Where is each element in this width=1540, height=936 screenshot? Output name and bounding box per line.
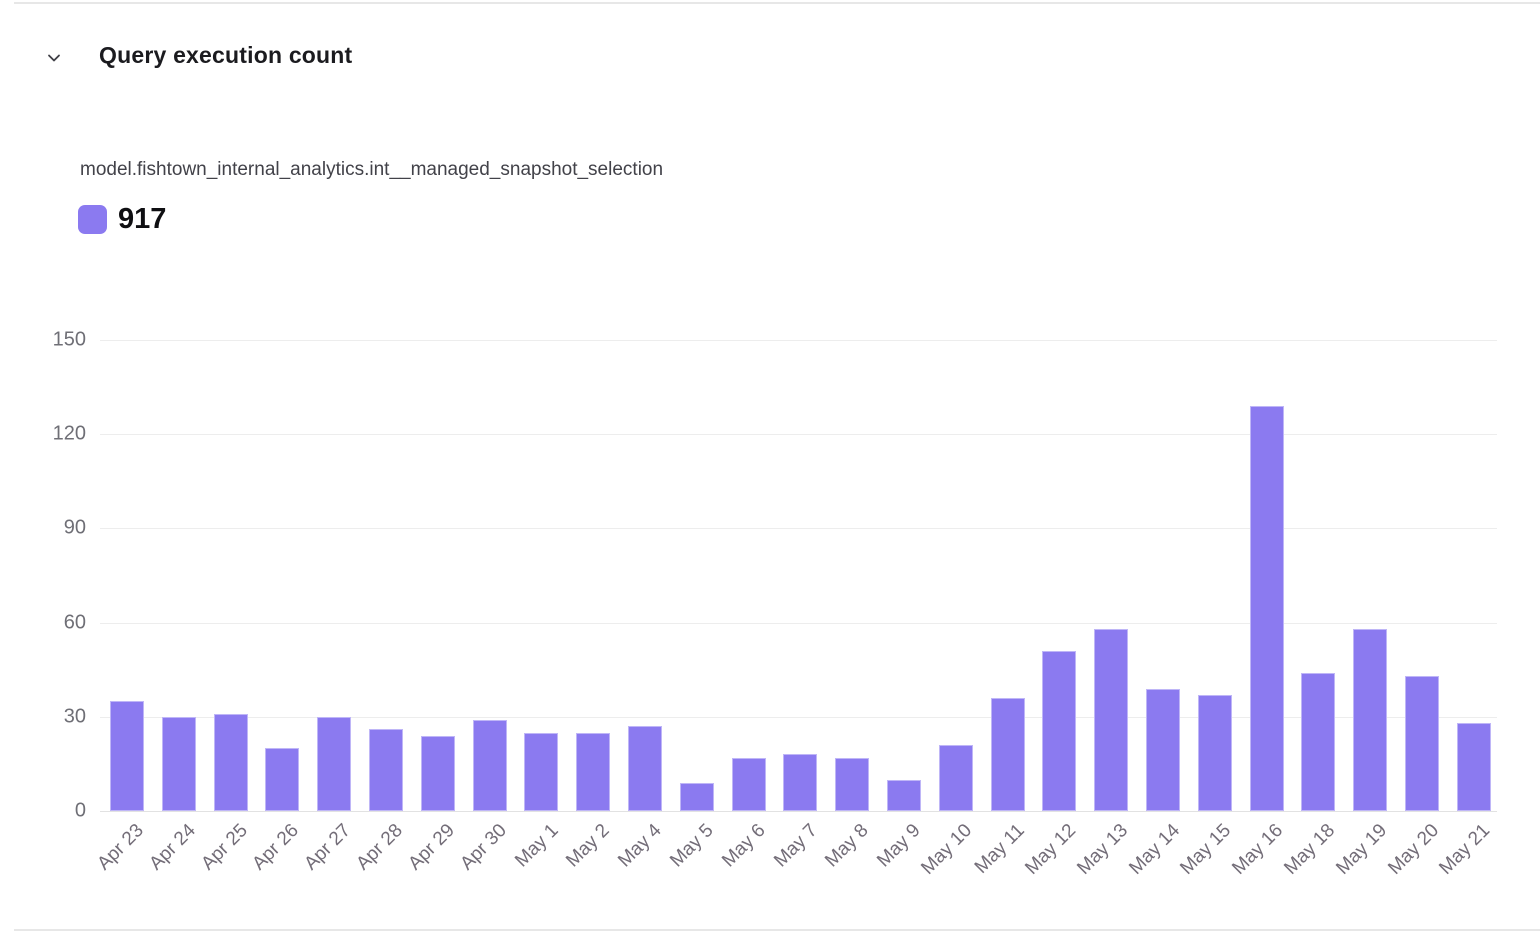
chart-bar[interactable] bbox=[732, 758, 766, 811]
x-axis-label: Apr 28 bbox=[352, 820, 407, 875]
y-axis-tick: 150 bbox=[26, 329, 86, 352]
chart-bar[interactable] bbox=[1042, 651, 1076, 811]
chart-bar[interactable] bbox=[162, 717, 196, 811]
x-axis-label: May 12 bbox=[1021, 820, 1081, 880]
chart-bar[interactable] bbox=[1146, 689, 1180, 811]
chart-bar[interactable] bbox=[991, 698, 1025, 811]
x-axis-label: May 15 bbox=[1177, 820, 1237, 880]
chart-bar[interactable] bbox=[214, 714, 248, 811]
chart-bar[interactable] bbox=[265, 748, 299, 811]
x-axis-label: May 4 bbox=[614, 820, 666, 872]
x-axis-label: May 13 bbox=[1073, 820, 1133, 880]
gridline bbox=[100, 717, 1497, 718]
chart-bar[interactable] bbox=[1353, 629, 1387, 811]
chart-bar[interactable] bbox=[835, 758, 869, 811]
x-axis-label: May 18 bbox=[1280, 820, 1340, 880]
chart-bar[interactable] bbox=[369, 729, 403, 811]
chart-bar[interactable] bbox=[421, 736, 455, 811]
gridline bbox=[100, 528, 1497, 529]
chart-bar[interactable] bbox=[473, 720, 507, 811]
chart-bar[interactable] bbox=[317, 717, 351, 811]
chart-bar[interactable] bbox=[939, 745, 973, 811]
chart-bar[interactable] bbox=[576, 733, 610, 812]
chart-bar[interactable] bbox=[1198, 695, 1232, 811]
chart-bar[interactable] bbox=[680, 783, 714, 811]
gridline bbox=[100, 811, 1497, 812]
x-axis-label: May 19 bbox=[1332, 820, 1392, 880]
chart-bar[interactable] bbox=[887, 780, 921, 811]
x-axis-label: May 21 bbox=[1436, 820, 1496, 880]
x-axis-label: May 10 bbox=[918, 820, 978, 880]
y-axis-tick: 120 bbox=[26, 423, 86, 446]
chart-bar[interactable] bbox=[1301, 673, 1335, 811]
x-axis-label: May 1 bbox=[511, 820, 563, 872]
x-axis-label: May 2 bbox=[563, 820, 615, 872]
x-axis-label: May 6 bbox=[718, 820, 770, 872]
x-axis-label: Apr 25 bbox=[197, 820, 252, 875]
x-axis-label: Apr 30 bbox=[456, 820, 511, 875]
y-axis-tick: 30 bbox=[26, 705, 86, 728]
x-axis-label: May 20 bbox=[1384, 820, 1444, 880]
y-axis-tick: 0 bbox=[26, 800, 86, 823]
x-axis-label: Apr 24 bbox=[145, 820, 200, 875]
chart-bar[interactable] bbox=[524, 733, 558, 812]
x-axis-label: Apr 27 bbox=[301, 820, 356, 875]
chart-card: Query execution count model.fishtown_int… bbox=[0, 0, 1540, 936]
x-axis-label: May 5 bbox=[666, 820, 718, 872]
y-axis-tick: 60 bbox=[26, 611, 86, 634]
x-axis-label: May 8 bbox=[822, 820, 874, 872]
gridline bbox=[100, 623, 1497, 624]
chart-bar[interactable] bbox=[1094, 629, 1128, 811]
x-axis-label: May 7 bbox=[770, 820, 822, 872]
x-axis-label: Apr 29 bbox=[404, 820, 459, 875]
gridline bbox=[100, 434, 1497, 435]
gridline bbox=[100, 340, 1497, 341]
chart-bar[interactable] bbox=[110, 701, 144, 811]
chart-bar[interactable] bbox=[1457, 723, 1491, 811]
x-axis-label: May 14 bbox=[1125, 820, 1185, 880]
y-axis-tick: 90 bbox=[26, 517, 86, 540]
x-axis-label: May 16 bbox=[1228, 820, 1288, 880]
bar-chart: 0306090120150Apr 23Apr 24Apr 25Apr 26Apr… bbox=[0, 0, 1540, 936]
x-axis-label: Apr 26 bbox=[249, 820, 304, 875]
chart-bar[interactable] bbox=[1405, 676, 1439, 811]
chart-bar[interactable] bbox=[1250, 406, 1284, 811]
bottom-divider bbox=[14, 929, 1540, 931]
chart-bar[interactable] bbox=[628, 726, 662, 811]
chart-bar[interactable] bbox=[783, 754, 817, 811]
x-axis-label: Apr 23 bbox=[93, 820, 148, 875]
x-axis-label: May 11 bbox=[970, 820, 1029, 879]
